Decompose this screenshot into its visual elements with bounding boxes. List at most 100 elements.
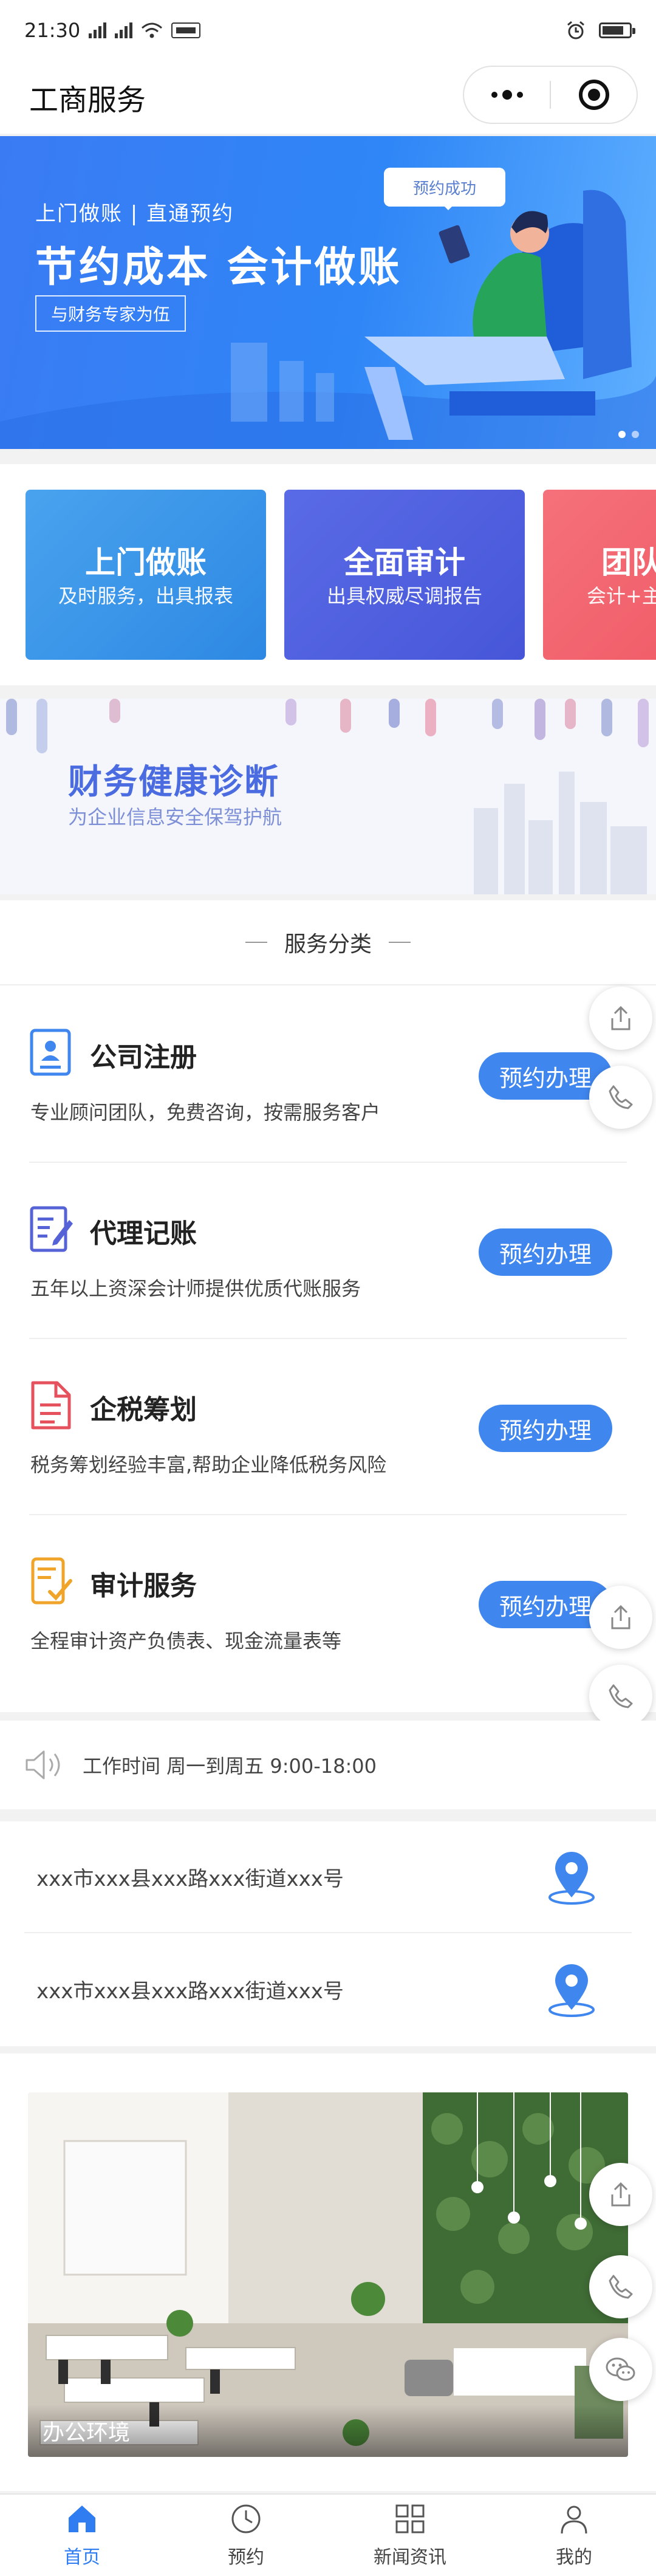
- address-row[interactable]: xxx市xxx县xxx路xxx街道xxx号: [24, 1933, 632, 2045]
- banner-headline: 节约成本 会计做账: [35, 244, 402, 292]
- pager-dot-active: [618, 431, 626, 438]
- share-icon: [611, 1005, 630, 1030]
- tab-home[interactable]: 首页: [0, 2495, 164, 2576]
- banner-carousel[interactable]: 上门做账 | 直通预约 节约成本 会计做账 与财务专家为伍 预约成功: [0, 136, 656, 449]
- nfc-icon: [171, 22, 201, 38]
- diagnosis-desc: 为企业信息安全保驾护航: [68, 806, 282, 829]
- service-heading: 服务分类: [0, 900, 656, 985]
- edit-document-icon: [30, 1206, 73, 1252]
- wifi-icon: [142, 22, 163, 38]
- service-item[interactable]: 公司注册 专业顾问团队，免费咨询，按需服务客户 预约办理: [29, 987, 627, 1163]
- work-time-text: 工作时间 周一到周五 9:00-18:00: [83, 1755, 377, 1778]
- banner-bubble: 预约成功: [384, 168, 505, 210]
- mini-program-capsule: [463, 66, 638, 124]
- diagnosis-title: 财务健康诊断: [68, 762, 279, 802]
- phone-icon: [609, 1085, 633, 1109]
- service-heading-text: 服务分类: [284, 932, 372, 957]
- home-icon: [69, 2506, 95, 2532]
- feature-card-title: 上门做账: [85, 545, 207, 580]
- phone-icon: [609, 2275, 633, 2299]
- clock-icon: [231, 2504, 261, 2533]
- more-button[interactable]: [464, 67, 550, 123]
- tab-label: 预约: [228, 2547, 264, 2568]
- status-time: 21:30: [24, 19, 81, 42]
- map-pin-icon[interactable]: [544, 1960, 599, 2018]
- service-item[interactable]: 代理记账 五年以上资深会计师提供优质代账服务 预约办理: [29, 1163, 627, 1339]
- service-title: 代理记账: [90, 1218, 197, 1249]
- service-desc: 专业顾问团队，免费咨询，按需服务客户: [30, 1101, 381, 1124]
- service-title: 企税筹划: [90, 1394, 197, 1425]
- wechat-button[interactable]: [589, 2338, 652, 2401]
- service-section: 服务分类 公司注册 专业顾问团队，免费咨询，按需服务客户 预约办理 代理记账 五…: [0, 900, 656, 1712]
- phone-button[interactable]: [589, 2255, 652, 2318]
- share-icon: [611, 1605, 630, 1629]
- office-section: 办公环境: [0, 2054, 656, 2491]
- heading-line: [389, 942, 411, 943]
- service-desc: 全程审计资产负债表、现金流量表等: [30, 1629, 342, 1653]
- feature-card-desc: 出具权威尽调报告: [326, 584, 482, 608]
- diagnosis-banner[interactable]: 财务健康诊断 为企业信息安全保驾护航: [0, 699, 656, 894]
- grid-icon: [395, 2504, 425, 2533]
- feature-card-title: 团队: [601, 545, 656, 580]
- document-icon: [31, 1381, 71, 1430]
- service-desc: 五年以上资深会计师提供优质代账服务: [30, 1277, 361, 1300]
- status-bar: 21:30: [0, 0, 656, 61]
- tab-profile[interactable]: 我的: [492, 2495, 656, 2576]
- phone-button[interactable]: [589, 1066, 652, 1129]
- address-row[interactable]: xxx市xxx县xxx路xxx街道xxx号: [24, 1821, 632, 1933]
- share-button[interactable]: [589, 1586, 652, 1649]
- share-icon: [611, 2182, 630, 2207]
- speaker-icon: [26, 1750, 60, 1780]
- banner-pager: [618, 431, 639, 438]
- user-icon: [561, 2506, 587, 2534]
- tab-label: 我的: [556, 2547, 592, 2568]
- close-program-button[interactable]: [551, 67, 637, 123]
- more-dots-icon: [491, 90, 523, 100]
- service-item[interactable]: 审计服务 全程审计资产负债表、现金流量表等 预约办理: [29, 1515, 627, 1691]
- tab-news[interactable]: 新闻资讯: [328, 2495, 492, 2576]
- service-title: 公司注册: [90, 1042, 197, 1073]
- pager-dot: [632, 431, 639, 438]
- book-service-button[interactable]: 预约办理: [479, 1228, 612, 1276]
- tab-booking[interactable]: 预约: [164, 2495, 328, 2576]
- battery-icon: [599, 22, 635, 38]
- service-title: 审计服务: [90, 1571, 197, 1601]
- phone-icon: [609, 1684, 633, 1708]
- share-button[interactable]: [589, 2163, 652, 2226]
- office-photo[interactable]: 办公环境: [28, 2092, 628, 2457]
- feature-card-title: 全面审计: [344, 545, 465, 580]
- heading-line: [245, 942, 267, 943]
- bottom-tab-bar: 首页 预约 新闻资讯 我的: [0, 2493, 656, 2576]
- banner-subtitle: 上门做账 | 直通预约: [35, 202, 234, 226]
- signal-icon: [89, 22, 107, 38]
- signal-icon: [115, 22, 133, 38]
- status-left: 21:30: [24, 19, 201, 42]
- tab-label: 首页: [64, 2547, 100, 2568]
- book-service-button[interactable]: 预约办理: [479, 1405, 612, 1452]
- alarm-icon: [567, 21, 584, 39]
- page-title: 工商服务: [29, 83, 146, 117]
- office-image: [28, 2092, 628, 2457]
- phone-button[interactable]: [589, 1665, 652, 1728]
- service-desc: 税务筹划经验丰富,帮助企业降低税务风险: [30, 1453, 387, 1476]
- banner-tag: 与财务专家为伍: [35, 295, 186, 332]
- target-icon: [578, 80, 609, 110]
- address-text: xxx市xxx县xxx路xxx街道xxx号: [36, 1866, 344, 1891]
- service-item[interactable]: 企税筹划 税务筹划经验丰富,帮助企业降低税务风险 预约办理: [29, 1339, 627, 1515]
- photo-caption: 办公环境: [28, 2405, 628, 2457]
- id-card-icon: [30, 1029, 71, 1076]
- tab-label: 新闻资讯: [374, 2547, 446, 2568]
- feature-card[interactable]: 团队 会计+主: [543, 490, 656, 660]
- address-list: xxx市xxx县xxx路xxx街道xxx号 xxx市xxx县xxx路xxx街道x…: [0, 1821, 656, 2046]
- feature-card-desc: 会计+主: [587, 584, 656, 608]
- address-text: xxx市xxx县xxx路xxx街道xxx号: [36, 1979, 344, 2004]
- wechat-icon: [606, 2357, 635, 2381]
- feature-cards: 上门做账 及时服务，出具报表 全面审计 出具权威尽调报告 团队 会计+主: [0, 464, 656, 685]
- feature-card[interactable]: 上门做账 及时服务，出具报表: [26, 490, 266, 660]
- share-button[interactable]: [589, 987, 652, 1050]
- feature-card[interactable]: 全面审计 出具权威尽调报告: [284, 490, 525, 660]
- map-pin-icon[interactable]: [544, 1848, 599, 1906]
- status-right: [566, 21, 635, 40]
- feature-card-desc: 及时服务，出具报表: [58, 584, 233, 608]
- work-time-bar: 工作时间 周一到周五 9:00-18:00: [0, 1721, 656, 1809]
